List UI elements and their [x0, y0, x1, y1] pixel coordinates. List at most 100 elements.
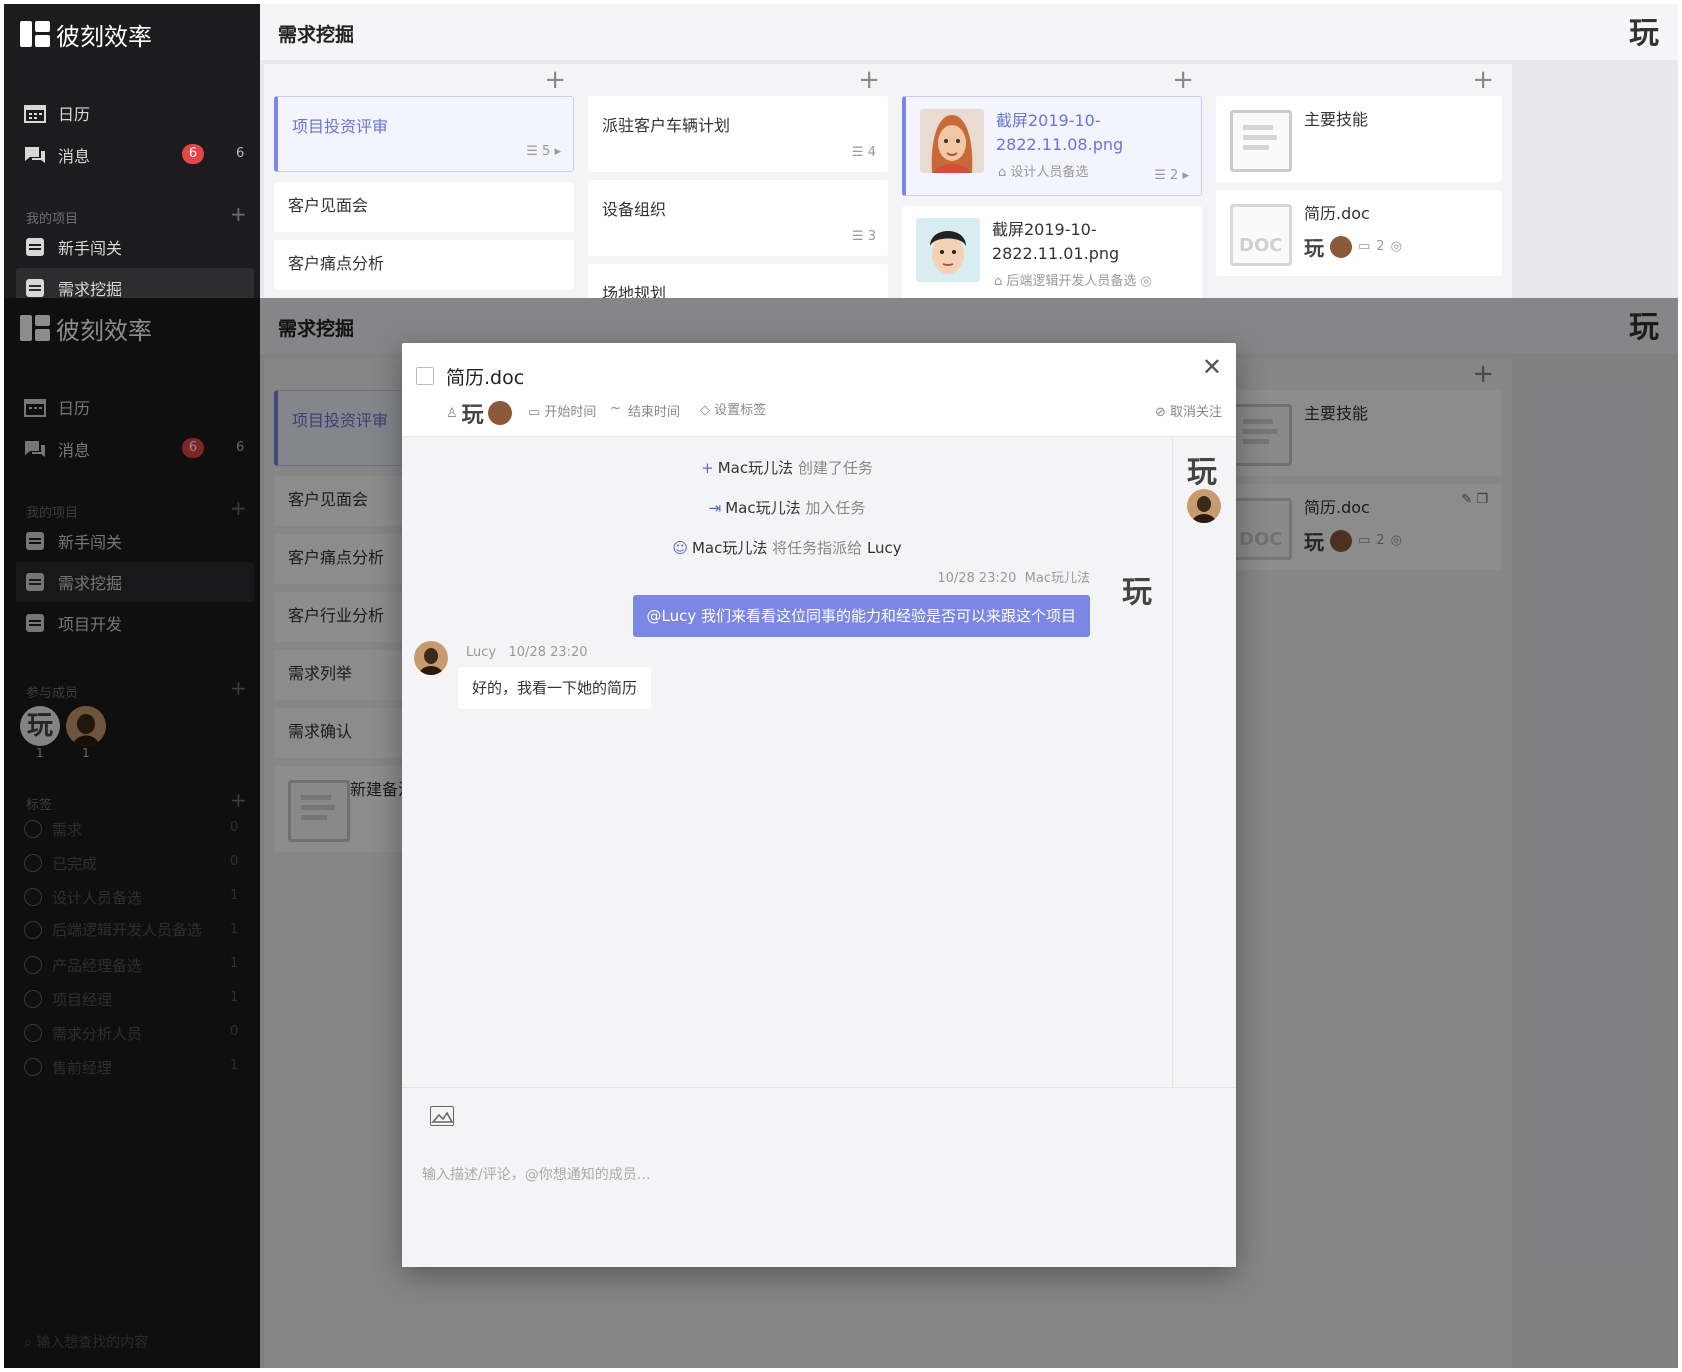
watcher-avatar[interactable]: 玩	[1187, 447, 1217, 491]
card-title: 客户痛点分析	[288, 254, 385, 273]
project-demand-mining[interactable]: 需求挖掘	[24, 273, 122, 298]
complete-checkbox[interactable]	[416, 367, 434, 385]
add-card-button[interactable]: +	[1472, 66, 1494, 94]
calendar-icon	[24, 103, 46, 123]
chat-message-outgoing: @Lucy 我们来看看这位同事的能力和经验是否可以来跟这个项目	[632, 595, 1090, 637]
card-title: 项目投资评审	[292, 117, 389, 136]
task-card[interactable]: 项目投资评审 ☰ 5 ▸	[274, 96, 574, 172]
add-card-button[interactable]: +	[858, 66, 880, 94]
task-detail-modal: 简历.doc ✕ ♙ 玩 ▭ 开始时间 ~ 结束时间 ◇ 设置标签 ⊘ 取消关注…	[402, 343, 1236, 1267]
set-tag-button[interactable]: ◇ 设置标签	[700, 399, 766, 418]
messages-badge: 6	[182, 144, 204, 164]
card-tag: ⌂ 设计人员备选	[998, 165, 1089, 180]
image-upload-icon[interactable]	[430, 1106, 454, 1126]
assign-icon: ☺	[672, 539, 688, 557]
comment-input[interactable]: 输入描述/评论，@你想通知的成员…	[422, 1164, 651, 1184]
comment-icon: ▭	[1358, 239, 1371, 254]
card-footer: 玩 ▭ 2 ◎	[1304, 232, 1402, 261]
eye-icon: ◎	[1390, 239, 1402, 254]
image-card[interactable]: 截屏2019-10- 2822.11.08.png ⌂ 设计人员备选 ☰ 2 ▸	[902, 96, 1202, 196]
app-name: 彼刻效率	[56, 22, 152, 51]
member-avatar: 玩	[461, 403, 484, 428]
member-avatar: 玩	[1304, 236, 1324, 260]
subtask-count: ☰ 5 ▸	[526, 144, 561, 159]
card-title: 场地规划	[602, 284, 667, 298]
task-card[interactable]: 客户痛点分析	[274, 240, 574, 290]
kanban-board: + 项目投资评审 ☰ 5 ▸ 客户见面会 客户痛点分析 + 派驻客户车辆计划 ☰…	[260, 60, 1678, 298]
plus-icon: +	[701, 459, 714, 477]
messages-count: 6	[236, 146, 245, 161]
note-icon	[1230, 110, 1292, 172]
modal-title: 简历.doc	[446, 367, 525, 389]
doc-file-icon: DOC	[1230, 204, 1292, 266]
board-column: + 派驻客户车辆计划 ☰ 4 设备组织 ☰ 3 场地规划	[578, 64, 898, 298]
watcher-avatar[interactable]	[1187, 489, 1221, 523]
top-pane: 彼刻效率 日历 消息 6 6 我的项目 + 新手闯关 需求挖掘 需求挖掘 玩 +	[4, 4, 1678, 298]
nav-messages-label: 消息	[58, 147, 91, 166]
file-name: 截屏2019-10- 2822.11.08.png	[996, 111, 1124, 154]
message-meta: Lucy 10/28 23:20	[466, 645, 588, 660]
nav-calendar-label: 日历	[58, 105, 91, 124]
project-label: 需求挖掘	[58, 280, 123, 298]
unfollow-button[interactable]: ⊘ 取消关注	[1155, 401, 1222, 420]
image-card[interactable]: 截屏2019-10- 2822.11.01.png ⌂ 后端逻辑开发人员备选 ◎	[902, 206, 1202, 298]
add-project-button[interactable]: +	[230, 204, 247, 224]
member-avatar	[1330, 235, 1352, 258]
task-card[interactable]: 客户见面会	[274, 182, 574, 232]
person-icon: ♙	[446, 405, 458, 421]
topbar: 需求挖掘 玩	[260, 4, 1678, 60]
board-column: + 主要技能 DOC 简历.doc 玩 ▭ 2 ◎	[1206, 64, 1512, 298]
bottom-pane: 彼刻效率 日历 消息 6 6 我的项目 + 新手闯关 需求挖掘 项目开发 参与成…	[4, 298, 1678, 1368]
card-title: 派驻客户车辆计划	[602, 116, 731, 135]
project-icon	[24, 278, 46, 298]
app-logo[interactable]: 彼刻效率	[20, 18, 152, 51]
logo-icon	[20, 21, 52, 47]
subtask-count: ☰ 4	[851, 145, 876, 160]
my-projects-header: 我的项目	[26, 212, 79, 227]
tag-icon: ◇	[700, 403, 715, 418]
board-column: + 项目投资评审 ☰ 5 ▸ 客户见面会 客户痛点分析	[264, 64, 584, 298]
calendar-icon: ▭	[528, 405, 545, 420]
start-time-button[interactable]: ▭ 开始时间	[528, 401, 596, 420]
message-avatar	[414, 641, 448, 675]
sidebar: 彼刻效率 日历 消息 6 6 我的项目 + 新手闯关 需求挖掘	[4, 4, 260, 298]
add-card-button[interactable]: +	[1172, 66, 1194, 94]
messages-icon	[24, 145, 46, 165]
subtask-count: ☰ 3	[851, 229, 876, 244]
watchers-panel: 玩	[1172, 437, 1236, 1087]
task-card[interactable]: 派驻客户车辆计划 ☰ 4	[588, 96, 888, 172]
member-avatar	[487, 401, 512, 425]
card-title: 简历.doc	[1304, 204, 1370, 223]
message-meta: 10/28 23:20 Mac玩儿法	[937, 571, 1090, 586]
activity-item: ⇥ Mac玩儿法 加入任务	[708, 499, 866, 517]
chat-message-incoming: 好的，我看一下她的简历	[458, 667, 652, 709]
project-newbie[interactable]: 新手闯关	[24, 232, 122, 262]
task-card[interactable]: 场地规划	[588, 264, 888, 298]
join-icon: ⇥	[708, 499, 722, 517]
note-card[interactable]: 主要技能	[1216, 96, 1502, 182]
nav-calendar[interactable]: 日历	[24, 98, 90, 128]
comment-count: 2	[1376, 239, 1385, 254]
assignee-area[interactable]: ♙ 玩	[446, 397, 512, 429]
image-thumbnail	[920, 109, 984, 173]
image-thumbnail	[916, 218, 980, 282]
card-title: 客户见面会	[288, 196, 369, 215]
board-column: + 截屏2019-10- 2822.11.08.png ⌂ 设计人员备选 ☰ 2…	[892, 64, 1212, 298]
end-time-button[interactable]: 结束时间	[628, 401, 680, 420]
card-title: 设备组织	[602, 200, 667, 219]
modal-header: 简历.doc ✕ ♙ 玩 ▭ 开始时间 ~ 结束时间 ◇ 设置标签 ⊘ 取消关注	[402, 343, 1236, 437]
close-icon[interactable]: ✕	[1202, 353, 1222, 381]
stage: 彼刻效率 日历 消息 6 6 我的项目 + 新手闯关 需求挖掘 需求挖掘 玩 +	[0, 0, 1682, 1372]
card-tag: ⌂ 后端逻辑开发人员备选 ◎	[994, 274, 1152, 289]
task-card[interactable]: 设备组织 ☰ 3	[588, 180, 888, 256]
project-label: 新手闯关	[58, 239, 123, 258]
nav-messages[interactable]: 消息	[24, 140, 90, 170]
subtask-count: ☰ 2 ▸	[1154, 168, 1189, 183]
time-separator: ~	[610, 401, 621, 416]
page-title: 需求挖掘	[278, 24, 355, 46]
doc-card[interactable]: DOC 简历.doc 玩 ▭ 2 ◎	[1216, 190, 1502, 276]
activity-item: + Mac玩儿法 创建了任务	[701, 459, 873, 477]
user-avatar[interactable]: 玩	[1624, 14, 1664, 54]
add-card-button[interactable]: +	[544, 66, 566, 94]
comment-composer: 输入描述/评论，@你想通知的成员…	[402, 1087, 1236, 1267]
